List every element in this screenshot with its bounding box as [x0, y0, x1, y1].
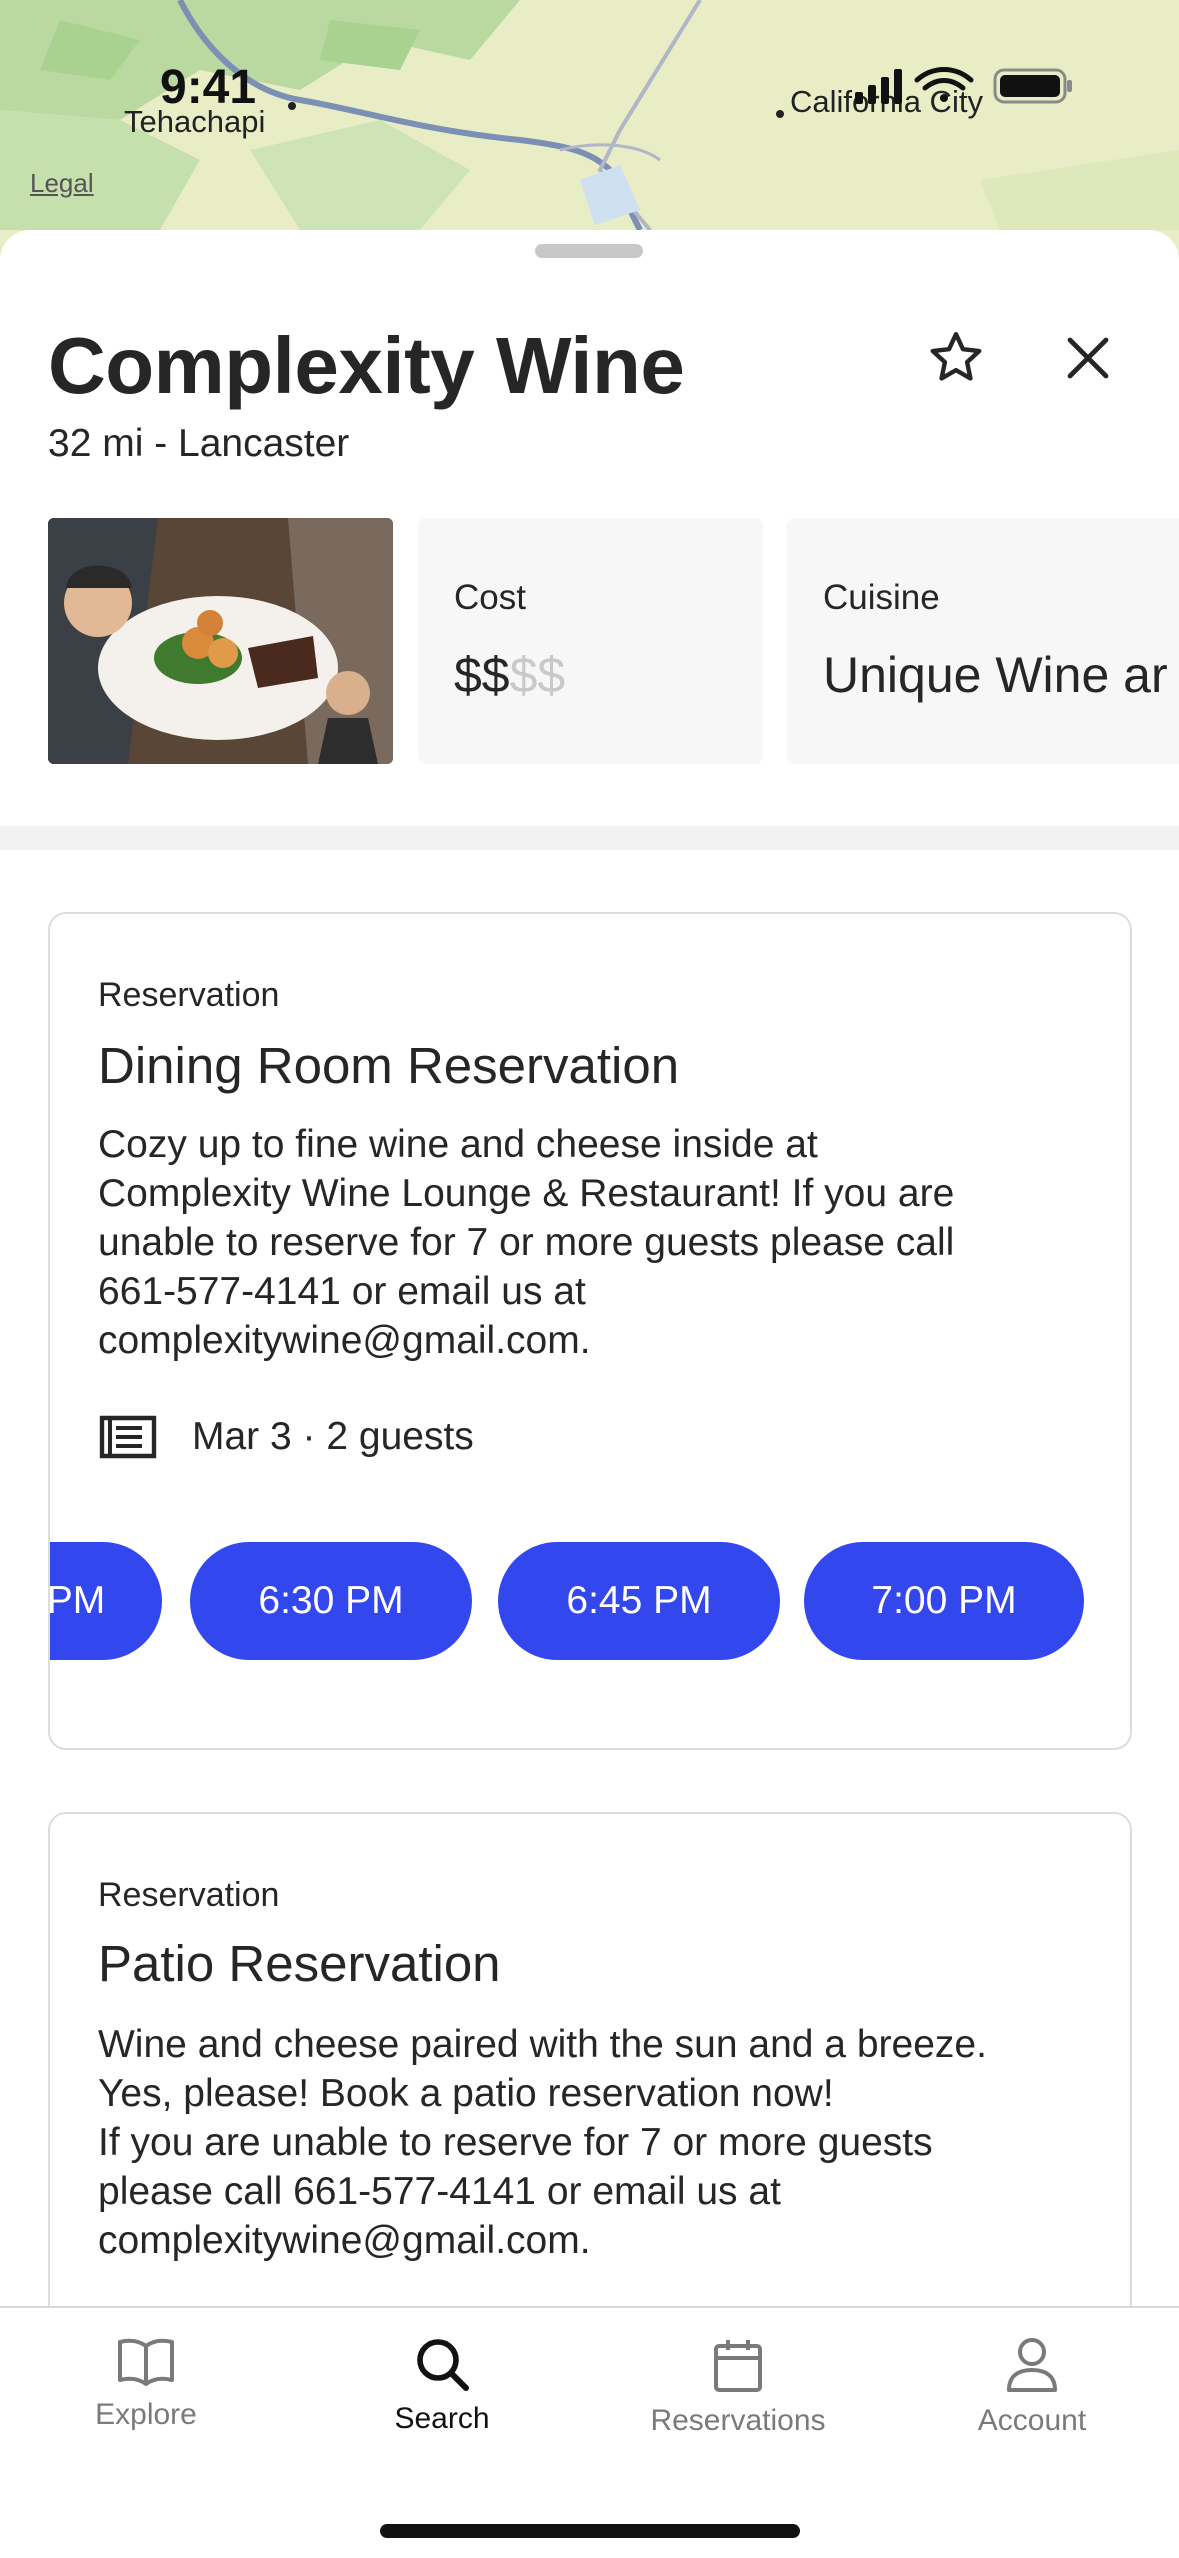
reservation-kicker: Reservation [98, 1876, 280, 1914]
home-indicator[interactable] [380, 2524, 800, 2538]
tab-account[interactable]: Account [902, 2336, 1162, 2476]
restaurant-photo[interactable] [48, 518, 393, 764]
signal-icon [855, 69, 902, 104]
tab-search[interactable]: Search [312, 2336, 572, 2476]
wifi-icon [914, 67, 974, 102]
section-divider [0, 826, 1179, 850]
cost-value-dim: $$ [509, 647, 566, 703]
tab-label: Search [394, 2402, 490, 2435]
favorite-button[interactable] [920, 322, 992, 394]
legal-link[interactable]: Legal [30, 168, 94, 199]
time-slot-button[interactable]: 7:00 PM [804, 1542, 1084, 1660]
cuisine-label: Cuisine [823, 578, 940, 617]
reservation-title: Dining Room Reservation [98, 1037, 680, 1094]
reservation-card-patio: Reservation Patio Reservation Wine and c… [48, 1812, 1132, 2310]
cuisine-value: Unique Wine ar [823, 647, 1168, 703]
time-slot-button[interactable]: 6:30 PM [190, 1542, 472, 1660]
cuisine-card: Cuisine Unique Wine ar [787, 518, 1179, 764]
tab-label: Explore [95, 2398, 197, 2431]
tab-label: Account [977, 2404, 1087, 2437]
cost-label: Cost [454, 578, 526, 617]
cost-value-active: $$ [454, 647, 510, 703]
map-view[interactable]: 9:41 Tehachapi California City Legal [0, 0, 1179, 260]
battery-icon [993, 68, 1072, 104]
restaurant-name: Complexity Wine [48, 321, 685, 410]
calendar-icon [714, 2340, 762, 2392]
reservation-title: Patio Reservation [98, 1935, 501, 1992]
person-icon [1007, 2338, 1057, 2392]
reservation-date-guests: Mar 3 · 2 guests [192, 1415, 474, 1458]
map-pin-dot [288, 102, 296, 110]
close-icon [1067, 337, 1109, 379]
status-icons [855, 66, 1075, 106]
reservation-meta: Mar 3 · 2 guests [98, 1414, 474, 1460]
food-photo-image [48, 518, 393, 764]
search-icon [417, 2339, 469, 2391]
tab-explore[interactable]: Explore [16, 2336, 276, 2476]
cost-value: $$$$ [454, 646, 565, 704]
tab-bar: Explore Search Reservations Account [0, 2306, 1179, 2558]
time-slot-button[interactable]: 6:45 PM [498, 1542, 780, 1660]
time-slot-button[interactable]: PM [50, 1542, 162, 1660]
cost-card: Cost $$$$ [418, 518, 763, 764]
time-slot-row[interactable]: PM 6:30 PM 6:45 PM 7:00 PM [50, 1542, 1130, 1666]
reservation-card-dining-room: Reservation Dining Room Reservation Cozy… [48, 912, 1132, 1750]
ticket-icon [99, 1415, 157, 1459]
reservation-kicker: Reservation [98, 976, 280, 1014]
book-icon [118, 2338, 174, 2386]
map-label-tehachapi: Tehachapi [124, 104, 266, 139]
tab-label: Reservations [650, 2404, 826, 2437]
restaurant-sheet: Complexity Wine 32 mi - Lancaster Cost $… [0, 230, 1179, 2310]
reservation-description: Cozy up to fine wine and cheese inside a… [98, 1123, 955, 1362]
restaurant-distance: 32 mi - Lancaster [48, 422, 350, 465]
close-button[interactable] [1052, 322, 1124, 394]
map-pin-dot [776, 110, 784, 118]
reservation-description: Wine and cheese paired with the sun and … [98, 2023, 987, 2262]
tab-reservations[interactable]: Reservations [608, 2336, 868, 2476]
sheet-grabber[interactable] [535, 244, 643, 258]
star-icon [930, 332, 982, 381]
